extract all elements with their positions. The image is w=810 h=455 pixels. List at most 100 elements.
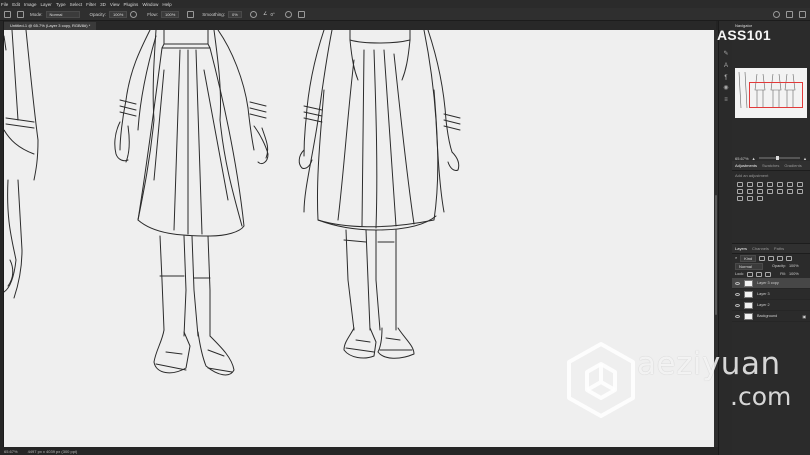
document-tab[interactable]: Untitled-1 @ 65.7% (Layer 3 copy, RGB/8#…	[4, 22, 97, 30]
opacity-input[interactable]: 100%	[109, 10, 128, 18]
layer-row[interactable]: Layer 3	[732, 289, 810, 300]
flow-control: Flow: 100%	[147, 10, 180, 18]
adjustments-panel: Adjustments Swatches Gradients Add an ad…	[732, 161, 810, 221]
visibility-eye-icon[interactable]	[735, 314, 740, 318]
navigator-zoom-slider[interactable]	[758, 156, 801, 160]
watermark-text: aeziyuan	[637, 346, 781, 382]
workspace-icon[interactable]	[786, 11, 793, 18]
menu-view[interactable]: View	[110, 2, 120, 7]
color-balance-icon[interactable]	[737, 189, 743, 194]
brush-settings-icon[interactable]	[17, 10, 24, 18]
flow-input[interactable]: 100%	[161, 10, 180, 18]
brand-overlay: ASS101	[717, 27, 771, 43]
tab-paths[interactable]: Paths	[774, 246, 784, 251]
color-icon[interactable]: ◉	[722, 85, 730, 92]
levels-icon[interactable]	[747, 182, 753, 187]
invert-icon[interactable]	[787, 189, 793, 194]
threshold-icon[interactable]	[737, 196, 743, 201]
menu-image[interactable]: Image	[24, 2, 37, 7]
layer-filter-kind[interactable]: Kind	[740, 254, 757, 262]
triangle-icon[interactable]	[787, 182, 793, 187]
airbrush-icon[interactable]	[187, 10, 195, 18]
layer-row[interactable]: Layer 2	[732, 300, 810, 311]
layer-name[interactable]: Layer 2	[757, 303, 770, 307]
navigator-view-rectangle[interactable]	[749, 82, 803, 108]
navigator-zoom-value[interactable]: 65.67%	[735, 156, 749, 161]
menu-window[interactable]: Window	[142, 2, 158, 7]
layer-name[interactable]: Layer 3	[757, 292, 770, 296]
angle-control: ∠ 0°	[263, 11, 275, 17]
menu-filter[interactable]: Filter	[86, 2, 96, 7]
photo-filter-icon[interactable]	[757, 189, 763, 194]
history-icon[interactable]: ✎	[722, 51, 730, 58]
visibility-eye-icon[interactable]	[735, 281, 740, 285]
lock-pixels-icon[interactable]	[747, 271, 754, 277]
layer-row[interactable]: Background ▣	[732, 311, 810, 322]
zoom-slider-knob[interactable]	[775, 156, 779, 160]
black-white-icon[interactable]	[747, 189, 753, 194]
menu-help[interactable]: Help	[162, 2, 171, 7]
filter-pixel-icon[interactable]	[759, 255, 766, 261]
tab-adjustments[interactable]: Adjustments	[735, 163, 757, 168]
menu-edit[interactable]: Edit	[12, 2, 20, 7]
status-doc-size: 4497 px x 4039 px (300 ppi)	[27, 448, 78, 454]
hue-saturation-icon[interactable]	[797, 182, 803, 187]
symmetry-icon[interactable]	[297, 10, 305, 18]
share-icon[interactable]	[799, 11, 806, 18]
mode-select[interactable]: Normal	[45, 10, 80, 18]
menu-select[interactable]: Select	[70, 2, 83, 7]
smoothing-options-gear-icon[interactable]	[250, 10, 258, 18]
zoom-in-icon[interactable]: ▲	[803, 156, 807, 161]
channel-mixer-icon[interactable]	[767, 189, 773, 194]
tab-gradients[interactable]: Gradients	[784, 163, 801, 168]
gradient-map-icon[interactable]	[747, 196, 753, 201]
tab-layers[interactable]: Layers	[735, 246, 747, 251]
options-bar: Mode: Normal Opacity: 100% Flow: 100% Sm…	[0, 8, 810, 21]
pressure-size-icon[interactable]	[284, 10, 292, 18]
filter-search-icon[interactable]: ⌕	[735, 256, 737, 260]
paragraph-icon[interactable]: ¶	[722, 75, 730, 82]
layer-thumbnail	[744, 290, 753, 298]
adjustments-hint: Add an adjustment	[735, 173, 769, 178]
brush-preset-icon[interactable]	[4, 10, 11, 18]
angle-value[interactable]: 0°	[271, 12, 275, 17]
zoom-out-icon[interactable]: ▲	[752, 156, 756, 161]
properties-icon[interactable]: ≡	[722, 97, 730, 104]
lock-position-icon[interactable]	[756, 271, 763, 277]
filter-type-icon[interactable]	[777, 255, 784, 261]
character-icon[interactable]: A	[722, 63, 730, 70]
filter-adjust-icon[interactable]	[768, 255, 775, 261]
scrollbar-thumb[interactable]	[715, 195, 717, 315]
tab-channels[interactable]: Channels	[752, 246, 769, 251]
blend-mode-select[interactable]: Normal	[735, 262, 763, 270]
vibrance-icon[interactable]	[777, 182, 783, 187]
visibility-eye-icon[interactable]	[735, 303, 740, 307]
menu-3d[interactable]: 3D	[100, 2, 106, 7]
curves-icon[interactable]	[757, 182, 763, 187]
status-zoom[interactable]: 65.67%	[4, 449, 18, 454]
layers-tabs: Layers Channels Paths	[732, 244, 810, 254]
visibility-eye-icon[interactable]	[735, 292, 740, 296]
exposure-icon[interactable]	[767, 182, 773, 187]
pressure-opacity-icon[interactable]	[130, 10, 138, 18]
menu-plugins[interactable]: Plugins	[124, 2, 139, 7]
posterize-icon[interactable]	[797, 189, 803, 194]
navigator-preview[interactable]	[735, 68, 807, 118]
color-lookup-icon[interactable]	[777, 189, 783, 194]
brightness-icon[interactable]	[737, 182, 743, 187]
menu-file[interactable]: File	[1, 2, 8, 7]
selective-color-icon[interactable]	[757, 196, 763, 201]
menu-layer[interactable]: Layer	[41, 2, 52, 7]
search-icon[interactable]	[773, 11, 780, 18]
lock-all-icon[interactable]	[765, 271, 772, 277]
tab-swatches[interactable]: Swatches	[762, 163, 779, 168]
layer-name[interactable]: Background	[757, 314, 777, 318]
filter-shape-icon[interactable]	[786, 255, 793, 261]
layer-opacity-value[interactable]: 100%	[789, 264, 799, 268]
layer-row[interactable]: Layer 3 copy	[732, 278, 810, 289]
layer-name[interactable]: Layer 3 copy	[757, 281, 779, 285]
smoothing-input[interactable]: 0%	[228, 10, 243, 18]
fill-value[interactable]: 100%	[789, 272, 799, 276]
opacity-control: Opacity: 100%	[90, 10, 138, 18]
menu-type[interactable]: Type	[56, 2, 66, 7]
